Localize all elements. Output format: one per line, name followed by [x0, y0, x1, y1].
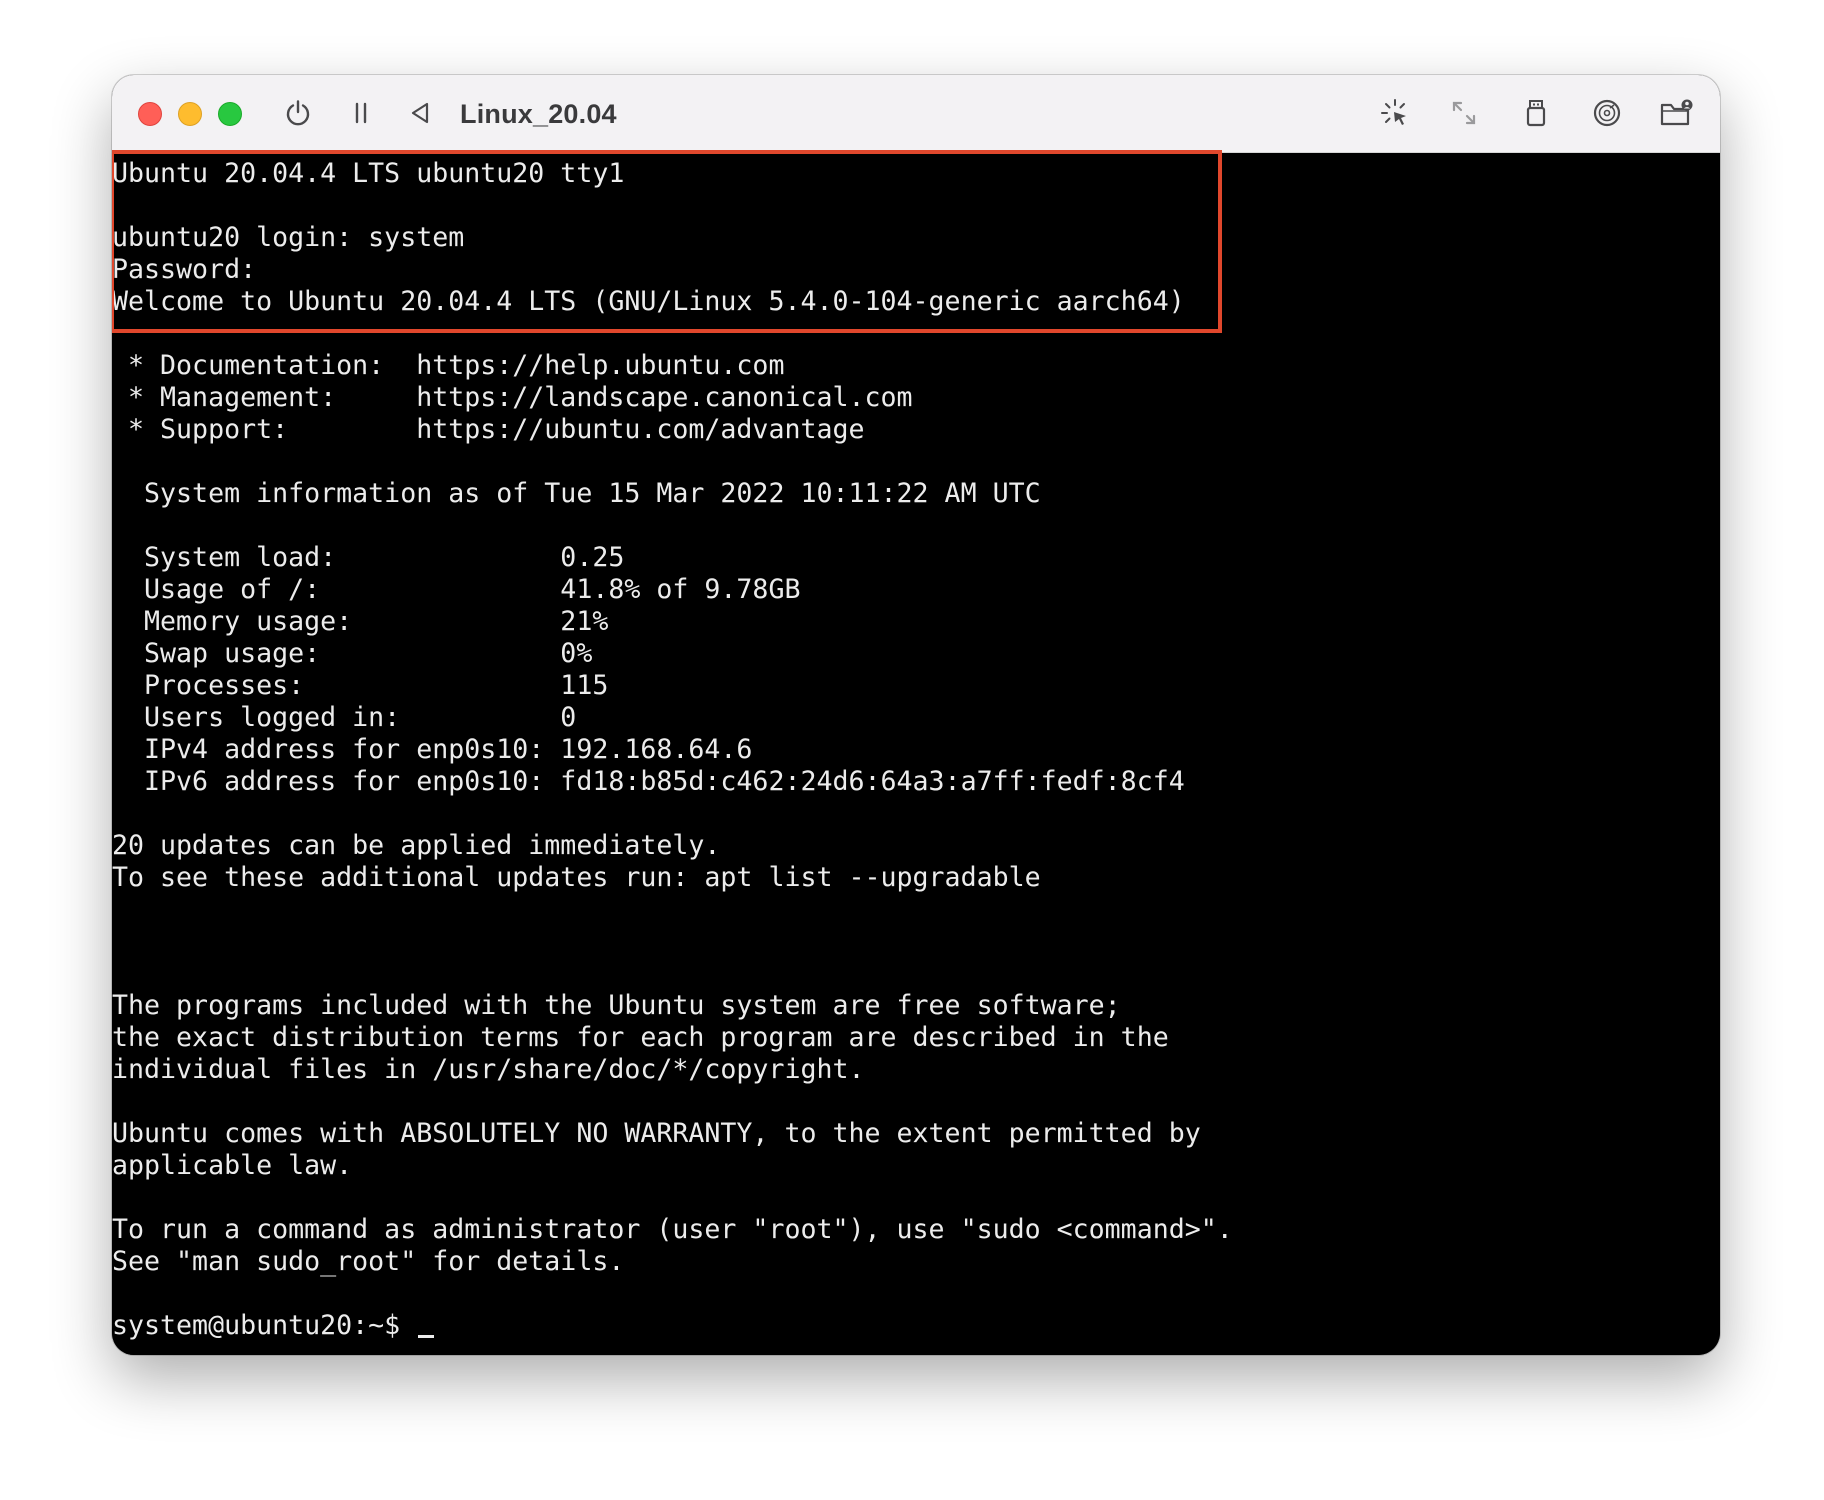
minimize-window-button[interactable] [178, 102, 202, 126]
title-bar: Linux_20.04 [112, 75, 1720, 153]
zoom-window-button[interactable] [218, 102, 242, 126]
capture-cursor-icon [1381, 99, 1406, 125]
shared-folder-icon [1660, 99, 1693, 126]
terminal-line: Ubuntu comes with ABSOLUTELY NO WARRANTY… [112, 1118, 1201, 1149]
terminal-line: Ubuntu 20.04.4 LTS ubuntu20 tty1 [112, 158, 625, 189]
resize-icon [1452, 101, 1476, 125]
terminal-line: Swap usage: 0% [112, 638, 593, 669]
pause-icon [355, 102, 367, 124]
terminal-line: * Management: https://landscape.canonica… [112, 382, 913, 413]
terminal-line: Users logged in: 0 [112, 702, 577, 733]
terminal-line: ubuntu20 login: system [112, 222, 465, 253]
terminal-line: the exact distribution terms for each pr… [112, 1022, 1169, 1053]
terminal-line: See "man sudo_root" for details. [112, 1246, 625, 1277]
terminal-line: To see these additional updates run: apt… [112, 862, 1041, 893]
terminal-line: Welcome to Ubuntu 20.04.4 LTS (GNU/Linux… [112, 286, 1185, 317]
disk-button[interactable] [1587, 93, 1627, 133]
shell-prompt: system@ubuntu20:~$ [112, 1310, 417, 1341]
terminal-line: System information as of Tue 15 Mar 2022… [112, 478, 1041, 509]
terminal-line: Password: [112, 254, 257, 285]
pause-button[interactable] [341, 93, 381, 133]
terminal-line: Usage of /: 41.8% of 9.78GB [112, 574, 801, 605]
terminal-line: Memory usage: 21% [112, 606, 609, 637]
resize-button[interactable] [1444, 93, 1484, 133]
prompt-line[interactable]: system@ubuntu20:~$ [112, 1310, 435, 1342]
vm-window: Linux_20.04 Ubuntu 20.04.4 LTS ubuntu20 … [112, 75, 1720, 1355]
window-title: Linux_20.04 [460, 99, 617, 129]
usb-device-button[interactable] [1516, 93, 1556, 133]
terminal-line: IPv6 address for enp0s10: fd18:b85d:c462… [112, 766, 1185, 797]
terminal-line: System load: 0.25 [112, 542, 625, 573]
disk-icon [1593, 99, 1621, 127]
back-button[interactable] [400, 93, 440, 133]
text-cursor [418, 1335, 435, 1338]
terminal-line: To run a command as administrator (user … [112, 1214, 1233, 1245]
terminal-line: individual files in /usr/share/doc/*/cop… [112, 1054, 865, 1085]
terminal-line: Processes: 115 [112, 670, 609, 701]
shared-folder-button[interactable] [1657, 93, 1697, 133]
terminal-line: applicable law. [112, 1150, 353, 1181]
close-window-button[interactable] [138, 102, 162, 126]
back-icon [411, 102, 429, 124]
terminal-console[interactable]: Ubuntu 20.04.4 LTS ubuntu20 tty1 ubuntu2… [112, 150, 1720, 1355]
terminal-line: The programs included with the Ubuntu sy… [112, 990, 1121, 1021]
capture-cursor-button[interactable] [1375, 93, 1415, 133]
terminal-line: * Documentation: https://help.ubuntu.com [112, 350, 785, 381]
usb-device-icon [1526, 100, 1546, 127]
terminal-line: 20 updates can be applied immediately. [112, 830, 721, 861]
terminal-line: IPv4 address for enp0s10: 192.168.64.6 [112, 734, 753, 765]
power-button[interactable] [278, 93, 318, 133]
terminal-line: * Support: https://ubuntu.com/advantage [112, 414, 865, 445]
power-icon [286, 100, 310, 126]
